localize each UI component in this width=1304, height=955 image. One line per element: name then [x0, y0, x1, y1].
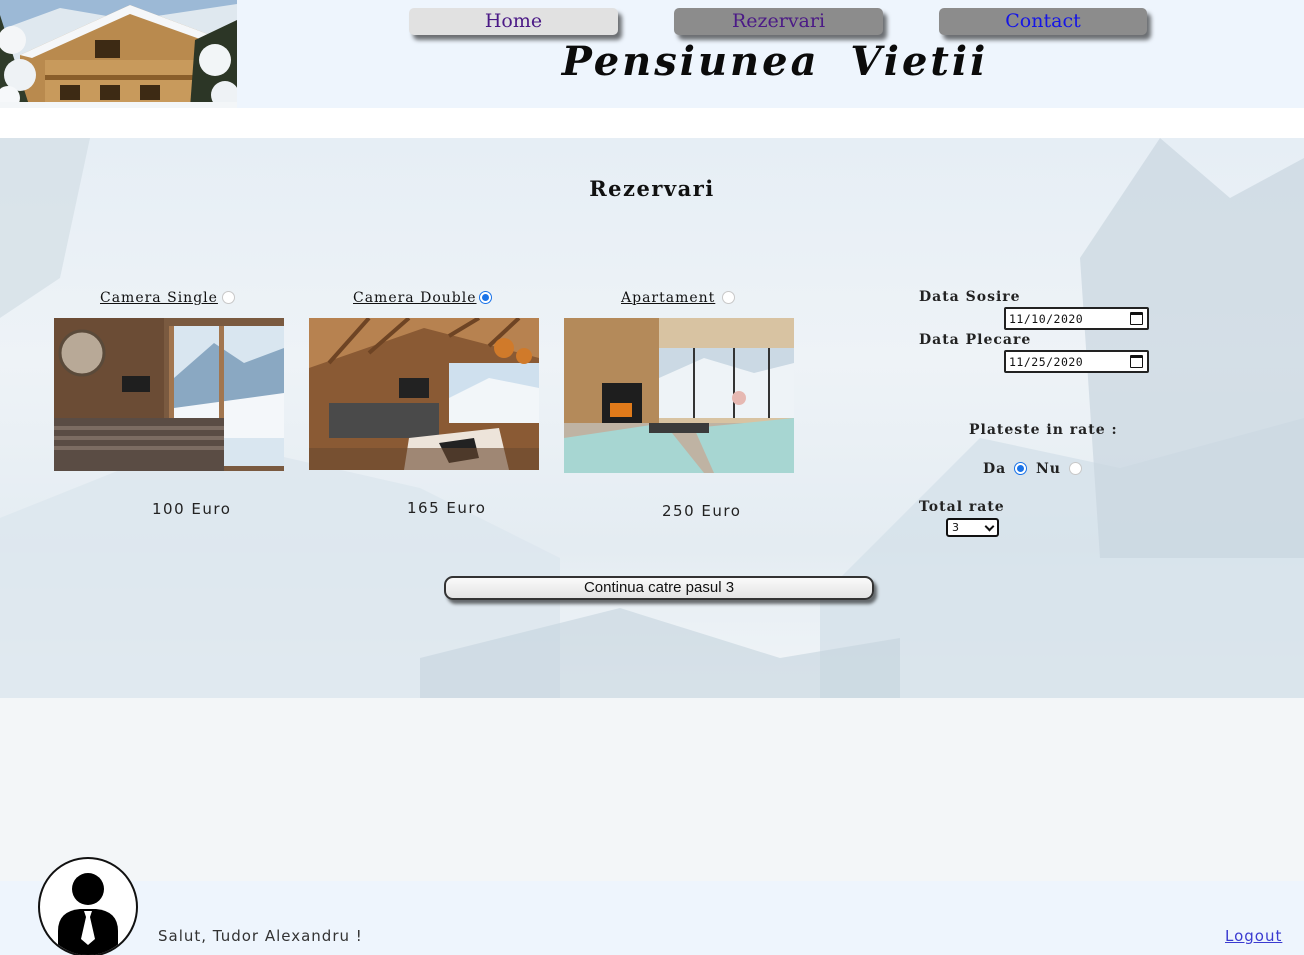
room-apartment-radio[interactable] — [722, 291, 735, 304]
chalet-logo-image — [0, 0, 237, 108]
room-double-price: 165 Euro — [407, 499, 487, 517]
arrival-date-label: Data Sosire — [919, 289, 1021, 305]
arrival-date-value: 11/10/2020 — [1009, 312, 1084, 326]
installments-yes-radio[interactable] — [1014, 462, 1027, 475]
total-installments-select[interactable]: 3 — [946, 518, 999, 537]
total-installments-label: Total rate — [919, 499, 1005, 515]
installments-no-label: Nu — [1036, 461, 1061, 477]
apartment-photo — [564, 318, 794, 473]
calendar-icon[interactable] — [1130, 312, 1143, 325]
installments-label: Plateste in rate : — [969, 422, 1118, 438]
page-heading: Rezervari — [589, 176, 715, 201]
single-room-photo — [54, 318, 284, 471]
installments-no-radio[interactable] — [1069, 462, 1082, 475]
nav-home-button[interactable]: Home — [409, 8, 618, 35]
room-single-price: 100 Euro — [152, 500, 232, 518]
room-apartment-price: 250 Euro — [662, 502, 742, 520]
installments-yes-label: Da — [983, 461, 1007, 477]
nav-contact-button[interactable]: Contact — [939, 8, 1147, 35]
nav-reservations-button[interactable]: Rezervari — [674, 8, 883, 35]
room-single-radio[interactable] — [222, 291, 235, 304]
departure-date-value: 11/25/2020 — [1009, 355, 1084, 369]
arrival-date-input[interactable]: 11/10/2020 — [1004, 307, 1149, 330]
calendar-icon[interactable] — [1130, 355, 1143, 368]
continue-button[interactable]: Continua catre pasul 3 — [444, 576, 874, 600]
greeting-text: Salut, Tudor Alexandru ! — [158, 927, 363, 945]
double-room-photo — [309, 318, 539, 470]
header: Home Rezervari Contact Pensiunea Vietii — [0, 0, 1304, 108]
room-single-label[interactable]: Camera Single — [100, 290, 218, 306]
reservation-section: Rezervari Camera Single 100 Euro Camera … — [0, 138, 1304, 881]
site-title: Pensiunea Vietii — [561, 38, 989, 85]
room-apartment-label[interactable]: Apartament — [621, 290, 715, 306]
departure-date-label: Data Plecare — [919, 332, 1032, 348]
user-avatar-icon — [38, 857, 138, 955]
chevron-down-icon — [984, 521, 995, 532]
departure-date-input[interactable]: 11/25/2020 — [1004, 350, 1149, 373]
total-installments-value: 3 — [952, 521, 959, 534]
room-double-radio[interactable] — [479, 291, 492, 304]
room-double-label[interactable]: Camera Double — [353, 290, 477, 306]
logout-link[interactable]: Logout — [1225, 927, 1282, 945]
